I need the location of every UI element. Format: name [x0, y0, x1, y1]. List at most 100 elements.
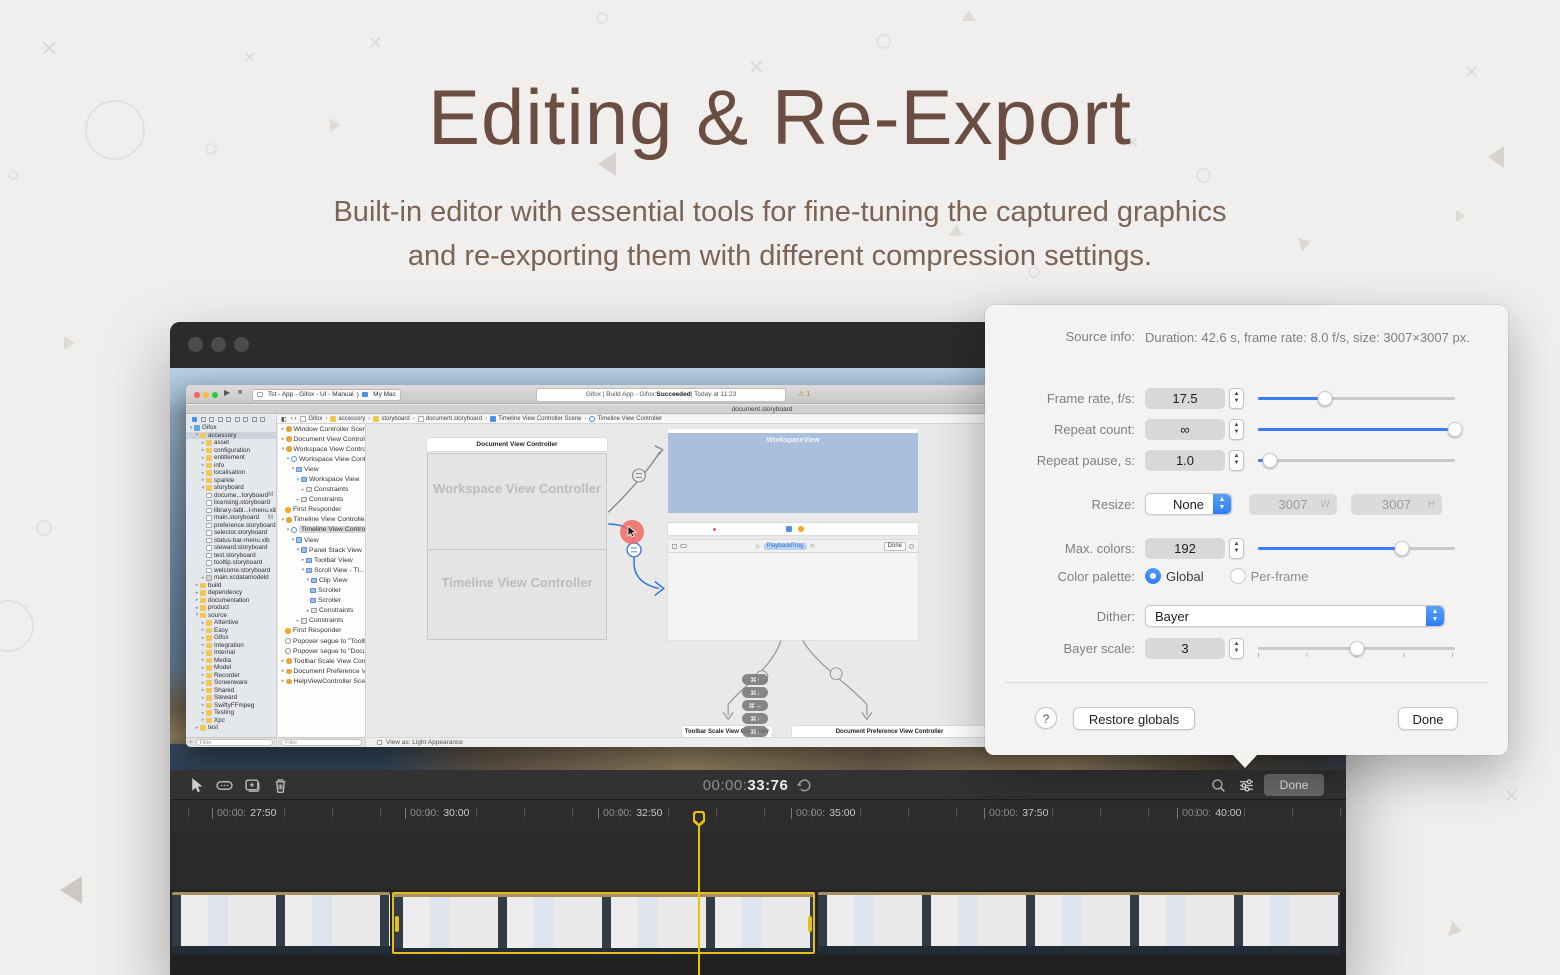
- file-tree-row[interactable]: docume...toryboardM: [186, 492, 276, 500]
- keystroke-badge[interactable]: ⌘↑: [742, 713, 768, 724]
- keystroke-badge[interactable]: ⌘→: [742, 700, 768, 711]
- outline-row[interactable]: ▸Document View Controller...: [278, 434, 365, 444]
- file-tree-row[interactable]: ▸documentation: [186, 597, 276, 605]
- slider-knob[interactable]: [1317, 391, 1332, 406]
- zoom-search-button[interactable]: [1210, 777, 1227, 794]
- keystroke-badge[interactable]: ⌘↑: [742, 674, 768, 685]
- outline-row[interactable]: ▸Toolbar Scale View Controll...: [278, 656, 365, 666]
- file-tree-row[interactable]: ▸sparkle: [186, 477, 276, 485]
- file-tree-row[interactable]: test.storyboard: [186, 552, 276, 560]
- xcode-scheme-selector[interactable]: Tst - App - Gifox - UI - Manual ⟩ My Mac: [252, 389, 401, 401]
- timeline-ruler[interactable]: 00:00:27:5000:00:30:0000:00:32:5000:00:3…: [170, 800, 1346, 832]
- dither-select[interactable]: Bayer ▲▼: [1145, 605, 1445, 627]
- debug-navigator-icon[interactable]: [243, 417, 248, 422]
- file-tree-row[interactable]: library-tabl...l-menu.xib: [186, 507, 276, 515]
- playhead-line[interactable]: [698, 826, 700, 975]
- restore-globals-button[interactable]: Restore globals: [1073, 707, 1195, 730]
- max-colors-slider[interactable]: [1258, 537, 1455, 559]
- timeline-track-area[interactable]: [170, 832, 1346, 890]
- outline-row[interactable]: ▾Timeline View Controller: [278, 525, 365, 535]
- popover-done-button[interactable]: Done: [1398, 707, 1458, 730]
- file-tree-row[interactable]: ▸Gifox: [186, 634, 276, 642]
- export-settings-button[interactable]: [1238, 777, 1255, 794]
- file-tree-row[interactable]: licensing.storyboard: [186, 499, 276, 507]
- loop-icon[interactable]: [796, 777, 813, 794]
- file-tree-row[interactable]: ▸Internal: [186, 649, 276, 657]
- outline-row[interactable]: ▸Toolbar View: [278, 555, 365, 565]
- outline-row[interactable]: ▸Constraints: [278, 485, 365, 495]
- report-navigator-icon[interactable]: [260, 417, 265, 422]
- breadcrumb-item[interactable]: storyboard: [365, 416, 409, 422]
- xcode-stop-button[interactable]: ■: [238, 389, 242, 396]
- per-frame-radio-label[interactable]: Per-frame: [1251, 569, 1309, 584]
- outline-row[interactable]: ▸Document Preference View...: [278, 666, 365, 676]
- frame-rate-stepper[interactable]: ▲▼: [1229, 388, 1244, 409]
- file-tree-row[interactable]: ▸info: [186, 462, 276, 470]
- back-forward-icons[interactable]: ‹ ›: [291, 416, 297, 422]
- file-tree-row[interactable]: ▸product: [186, 604, 276, 612]
- outline-row[interactable]: ▸HelpViewController Scene: [278, 676, 365, 686]
- timeline-clip[interactable]: [818, 892, 1340, 954]
- xcode-close-button[interactable]: [194, 392, 200, 398]
- xcode-zoom-button[interactable]: [212, 392, 218, 398]
- repeat-count-stepper[interactable]: ▲▼: [1229, 419, 1244, 440]
- help-button[interactable]: ?: [1035, 707, 1057, 729]
- file-tree-row[interactable]: steward.storyboard: [186, 544, 276, 552]
- related-items-icon[interactable]: ◧: [281, 416, 287, 423]
- file-tree-row[interactable]: ▸SwiftyFFmpeg: [186, 702, 276, 710]
- ruler-label[interactable]: 00:00:30:00: [405, 807, 469, 819]
- outline-row[interactable]: ▸Constraints: [278, 495, 365, 505]
- file-tree-row[interactable]: ▸Media: [186, 657, 276, 665]
- outline-row[interactable]: ▾Scroll View - Tl...: [278, 565, 365, 575]
- repeat-pause-field[interactable]: 1.0: [1145, 450, 1225, 471]
- outline-row[interactable]: ▾View: [278, 535, 365, 545]
- file-tree-row[interactable]: ▸build: [186, 582, 276, 590]
- file-tree-row[interactable]: ▸entitlement: [186, 454, 276, 462]
- outline-row[interactable]: ▾Workspace View Controller...: [278, 444, 365, 454]
- file-tree-row[interactable]: ▸main.xcdatamodeld: [186, 574, 276, 582]
- slider-knob[interactable]: [1394, 541, 1409, 556]
- outline-row[interactable]: ▸Constraints: [278, 606, 365, 616]
- file-tree-row[interactable]: ▾source: [186, 612, 276, 620]
- slider-knob[interactable]: [1262, 453, 1277, 468]
- frame-rate-field[interactable]: 17.5: [1145, 388, 1225, 409]
- breadcrumb-item[interactable]: Timeline View Controller Scene: [482, 416, 581, 422]
- global-radio-label[interactable]: Global: [1166, 569, 1204, 584]
- outline-row[interactable]: First Responder: [278, 626, 365, 636]
- file-tree-row[interactable]: ▸Recorder: [186, 672, 276, 680]
- repeat-pause-stepper[interactable]: ▲▼: [1229, 450, 1244, 471]
- breakpoint-navigator-icon[interactable]: [252, 417, 257, 422]
- outline-row[interactable]: ▸Window Controller Scene: [278, 424, 365, 434]
- repeat-pause-slider[interactable]: [1258, 449, 1455, 471]
- file-tree-row[interactable]: ▸configuration: [186, 447, 276, 455]
- project-navigator-icon[interactable]: [192, 417, 197, 422]
- file-tree-row[interactable]: tooltip.storyboard: [186, 559, 276, 567]
- file-tree-row[interactable]: ▾storyboard: [186, 484, 276, 492]
- file-tree-row[interactable]: preference.storyboard: [186, 522, 276, 530]
- slider-knob[interactable]: [1448, 422, 1463, 437]
- file-tree-row[interactable]: ▸Model: [186, 664, 276, 672]
- breadcrumb-item[interactable]: accessory: [322, 416, 365, 422]
- breadcrumb-item[interactable]: Timeline View Controller: [581, 416, 662, 422]
- outline-row[interactable]: First Responder: [278, 505, 365, 515]
- bayer-scale-slider[interactable]: [1258, 637, 1455, 659]
- outline-row[interactable]: ▾Clip View: [278, 575, 365, 585]
- timeline-clip-selected[interactable]: [392, 892, 815, 954]
- outline-row[interactable]: ▾View: [278, 464, 365, 474]
- global-radio[interactable]: [1145, 568, 1161, 584]
- split-view-controller[interactable]: Workspace View Controller Timeline View …: [427, 453, 607, 640]
- breadcrumb-item[interactable]: Gifox: [300, 416, 322, 422]
- ruler-label[interactable]: 00:00:27:50: [212, 807, 276, 819]
- file-tree-row[interactable]: ▸test: [186, 724, 276, 732]
- outline-row[interactable]: Scroller: [278, 596, 365, 606]
- symbol-navigator-icon[interactable]: [209, 417, 214, 422]
- file-tree-row[interactable]: ▸Steward: [186, 694, 276, 702]
- file-tree-row[interactable]: ▸Shared: [186, 687, 276, 695]
- ruler-label[interactable]: 00:00:32:50: [598, 807, 662, 819]
- slider-knob[interactable]: [1349, 641, 1364, 656]
- bayer-scale-stepper[interactable]: ▲▼: [1229, 638, 1244, 659]
- traffic-light-close[interactable]: [188, 337, 203, 352]
- file-tree-row[interactable]: ▸Screenware: [186, 679, 276, 687]
- ruler-label[interactable]: 00:00:40:00: [1177, 807, 1241, 819]
- repeat-count-field[interactable]: ∞: [1145, 419, 1225, 440]
